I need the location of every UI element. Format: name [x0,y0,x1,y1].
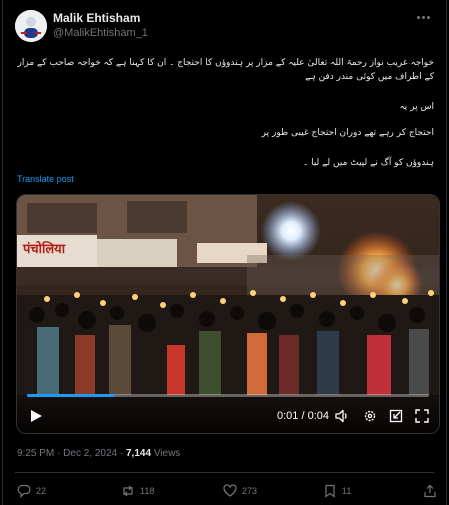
minimize-player-icon[interactable] [389,409,403,423]
bookmark-button[interactable]: 11 [323,484,351,498]
video-player[interactable]: पंचोलिया 0:01 / 0:04 [16,194,440,434]
action-bar: 22 118 273 11 [17,484,436,500]
bookmark-icon [325,484,335,498]
post-line-4: ہندوؤں کو آگ نے لپیٹ میں لے لیا ۔ [302,158,434,168]
bookmark-count: 11 [342,486,352,496]
author-name[interactable]: Malik Ehtisham [53,11,140,25]
reply-button[interactable]: 22 [17,484,46,498]
reply-icon [17,484,31,498]
like-count: 273 [242,486,258,496]
views-label: Views [153,448,181,459]
divider [15,472,434,473]
heart-icon [223,484,237,497]
post-time[interactable]: 9:25 PM [17,448,54,459]
reply-count: 22 [36,486,47,496]
video-progress-bar[interactable] [27,394,429,397]
post-container: Malik Ehtisham @MalikEhtisham_1 خواجہ غر… [2,0,447,505]
video-progress-fill [27,394,116,397]
post-text: خواجہ غریب نواز رحمۃ اللہ تعالیٰ علیہ کے… [15,56,434,186]
post-date[interactable]: Dec 2, 2024 [63,448,117,459]
like-button[interactable]: 273 [223,484,257,498]
meta-separator: · [57,448,61,459]
views-count: 7,144 [126,448,152,459]
meta-separator-2: · [119,448,124,459]
repost-button[interactable]: 118 [121,484,154,498]
video-time: 0:01 / 0:04 [277,410,329,422]
author-handle[interactable]: @MalikEhtisham_1 [53,27,148,39]
repost-icon [123,485,133,497]
fullscreen-icon[interactable] [415,409,429,423]
post-line-3: احتجاج کر رہے تھے دوران احتجاج غیبی طور … [261,128,434,138]
settings-gear-icon[interactable] [363,409,377,423]
more-options-icon[interactable] [414,10,432,24]
volume-icon[interactable] [335,409,349,423]
shop-sign: पंचोलिया [22,241,66,257]
play-icon[interactable] [29,409,43,423]
translate-post-link[interactable]: Translate post [17,174,74,184]
avatar-image [15,10,47,42]
repost-count: 118 [140,486,155,496]
post-meta: 9:25 PM · Dec 2, 2024 · 7,144 Views [17,448,180,459]
post-line-2: اس پر یہ [399,102,434,112]
post-header: Malik Ehtisham @MalikEhtisham_1 [15,10,434,44]
share-icon [424,484,436,498]
share-button[interactable] [423,484,437,498]
avatar[interactable] [15,10,47,42]
post-line-1: خواجہ غریب نواز رحمۃ اللہ تعالیٰ علیہ کے… [17,58,434,82]
